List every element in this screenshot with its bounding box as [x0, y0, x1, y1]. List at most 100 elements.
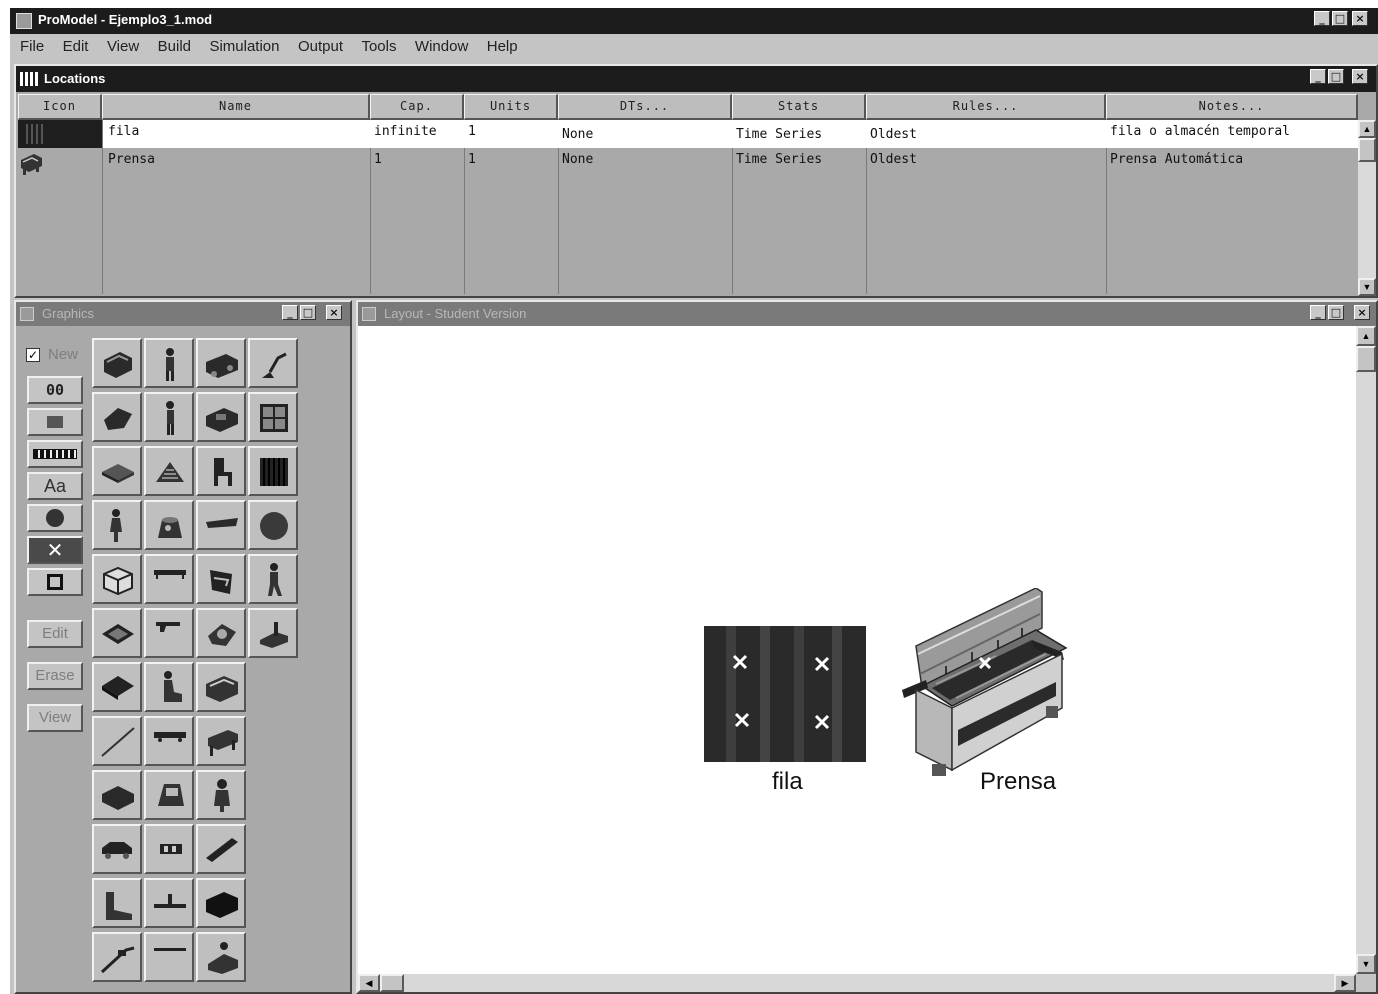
library-icon-robot-arm[interactable] [248, 338, 298, 388]
tool-text-button[interactable]: Aa [27, 472, 83, 500]
scroll-up-icon[interactable]: ▲ [1358, 120, 1376, 138]
cell-units[interactable]: 1 [468, 124, 476, 139]
minimize-icon[interactable]: _ [282, 305, 298, 320]
tool-x-button[interactable]: ✕ [27, 536, 83, 564]
menu-build[interactable]: Build [158, 38, 191, 55]
col-header-icon[interactable]: Icon [18, 94, 102, 120]
erase-button[interactable]: Erase [27, 662, 83, 690]
menu-output[interactable]: Output [298, 38, 343, 55]
scroll-down-icon[interactable]: ▼ [1358, 278, 1376, 296]
library-icon-press[interactable] [144, 770, 194, 820]
library-icon-tray[interactable] [92, 608, 142, 658]
scroll-thumb[interactable] [1356, 346, 1376, 372]
library-icon-operator-machine[interactable] [196, 932, 246, 982]
new-checkbox[interactable]: ✓ [26, 348, 40, 362]
library-icon-line[interactable] [92, 716, 142, 766]
table-row[interactable]: fila infinite 1 None Time Series Oldest … [18, 120, 1358, 148]
minimize-icon[interactable]: _ [1310, 305, 1326, 320]
col-header-notes[interactable]: Notes... [1106, 94, 1358, 120]
cell-name[interactable]: Prensa [108, 152, 155, 167]
tool-circle-button[interactable] [27, 504, 83, 532]
close-icon[interactable]: × [1352, 11, 1368, 26]
library-icon-tank[interactable] [144, 500, 194, 550]
menu-edit[interactable]: Edit [63, 38, 89, 55]
col-header-name[interactable]: Name [102, 94, 370, 120]
library-icon-truck[interactable] [196, 338, 246, 388]
menu-file[interactable]: File [20, 38, 44, 55]
library-icon-desk[interactable] [196, 716, 246, 766]
app-title-bar[interactable]: ProModel - Ejemplo3_1.mod _ □ × [10, 8, 1378, 34]
library-icon-seated-worker[interactable] [144, 662, 194, 712]
tool-rectangle-fill-button[interactable] [27, 408, 83, 436]
graphics-title-bar[interactable]: Graphics _ □ × [16, 302, 350, 326]
library-icon-person[interactable] [144, 338, 194, 388]
layout-vscrollbar[interactable]: ▲ ▼ [1356, 326, 1376, 974]
locations-scrollbar[interactable]: ▲ ▼ [1358, 120, 1376, 296]
col-header-stats[interactable]: Stats [732, 94, 866, 120]
cell-notes[interactable]: fila o almacén temporal [1110, 124, 1290, 139]
tool-square-button[interactable] [27, 568, 83, 596]
library-icon-lift[interactable] [92, 878, 142, 928]
cell-dts[interactable]: None [562, 152, 593, 167]
cell-units[interactable]: 1 [468, 152, 476, 167]
library-icon-plank[interactable] [196, 824, 246, 874]
scroll-left-icon[interactable]: ◀ [358, 974, 380, 992]
col-header-units[interactable]: Units [464, 94, 558, 120]
library-icon-machine[interactable] [92, 338, 142, 388]
menu-tools[interactable]: Tools [361, 38, 396, 55]
cell-dts[interactable]: None [562, 127, 593, 142]
prensa-machine-graphic[interactable] [896, 587, 1068, 788]
col-header-rules[interactable]: Rules... [866, 94, 1106, 120]
library-icon-panel[interactable] [144, 824, 194, 874]
close-icon[interactable]: × [326, 305, 342, 320]
close-icon[interactable]: × [1352, 69, 1368, 84]
minimize-icon[interactable]: _ [1310, 69, 1326, 84]
library-icon-cabinet[interactable] [196, 878, 246, 928]
table-row[interactable]: Prensa 1 1 None Time Series Oldest Prens… [18, 150, 1358, 178]
col-header-dts[interactable]: DTs... [558, 94, 732, 120]
menu-simulation[interactable]: Simulation [209, 38, 279, 55]
library-icon-flat-pallet[interactable] [92, 662, 142, 712]
cell-stats[interactable]: Time Series [736, 127, 822, 142]
scroll-right-icon[interactable]: ▶ [1334, 974, 1356, 992]
library-icon-bars[interactable] [248, 446, 298, 496]
layout-canvas[interactable]: fila Prensa [358, 326, 1356, 974]
library-icon-cnc[interactable] [196, 662, 246, 712]
library-icon-forklift[interactable] [248, 608, 298, 658]
cell-rules[interactable]: Oldest [870, 127, 917, 142]
view-button[interactable]: View [27, 704, 83, 732]
col-header-cap[interactable]: Cap. [370, 94, 464, 120]
library-icon-station[interactable] [196, 554, 246, 604]
library-icon-rail[interactable] [144, 932, 194, 982]
library-icon-cart[interactable] [144, 716, 194, 766]
library-icon-fan[interactable] [144, 878, 194, 928]
library-icon-bench[interactable] [144, 554, 194, 604]
cell-rules[interactable]: Oldest [870, 152, 917, 167]
scroll-up-icon[interactable]: ▲ [1356, 326, 1376, 346]
library-icon-worker[interactable] [144, 392, 194, 442]
fila-queue-graphic[interactable] [704, 626, 866, 762]
library-icon-figure[interactable] [196, 770, 246, 820]
maximize-icon[interactable]: □ [1328, 305, 1344, 320]
cell-name[interactable]: fila [108, 124, 139, 139]
library-icon-plate[interactable] [196, 500, 246, 550]
cell-stats[interactable]: Time Series [736, 152, 822, 167]
maximize-icon[interactable]: □ [1328, 69, 1344, 84]
library-icon-crane[interactable] [92, 932, 142, 982]
library-icon-lathe[interactable] [196, 608, 246, 658]
tool-grid-button[interactable]: 00 [27, 376, 83, 404]
edit-button[interactable]: Edit [27, 620, 83, 648]
library-icon-operator[interactable] [92, 500, 142, 550]
hscroll-thumb[interactable] [380, 974, 404, 992]
library-icon-chair[interactable] [196, 446, 246, 496]
library-icon-box[interactable] [92, 554, 142, 604]
new-checkbox-row[interactable]: ✓ New [26, 346, 96, 366]
library-icon-vehicle[interactable] [196, 392, 246, 442]
cell-cap[interactable]: infinite [374, 124, 437, 139]
library-icon-rack[interactable] [248, 392, 298, 442]
minimize-icon[interactable]: _ [1314, 11, 1330, 26]
layout-title-bar[interactable]: Layout - Student Version _ □ × [358, 302, 1376, 326]
library-icon-walker[interactable] [248, 554, 298, 604]
scroll-thumb[interactable] [1358, 138, 1376, 162]
maximize-icon[interactable]: □ [1332, 11, 1348, 26]
